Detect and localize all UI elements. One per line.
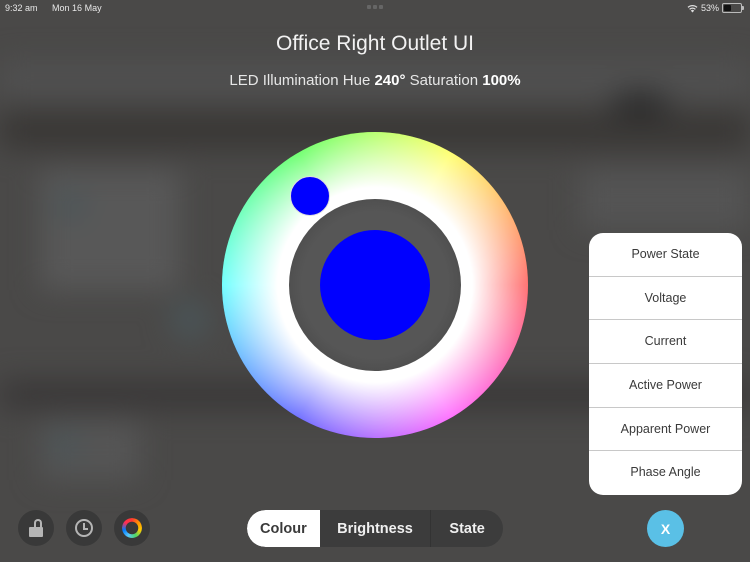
color-mode-button[interactable]	[114, 510, 150, 546]
clock-icon	[75, 519, 93, 537]
battery-percent: 53%	[700, 3, 719, 13]
saturation-label: Saturation	[409, 72, 479, 89]
battery-icon	[722, 3, 744, 13]
schedule-button[interactable]	[66, 510, 102, 546]
menu-item-apparent-power[interactable]: Apparent Power	[589, 408, 742, 452]
menu-item-voltage[interactable]: Voltage	[589, 277, 742, 321]
led-status-line: LED Illumination Hue 240° Saturation 100…	[0, 72, 750, 89]
subtitle-prefix: LED Illumination Hue	[229, 72, 371, 89]
tab-colour[interactable]: Colour	[247, 510, 320, 547]
status-bar: 9:32 am Mon 16 May 53%	[0, 0, 750, 16]
mode-segmented-control: Colour Brightness State	[247, 510, 503, 547]
menu-item-current[interactable]: Current	[589, 320, 742, 365]
hue-value: 240°	[374, 72, 406, 89]
status-time: 9:32 am	[5, 3, 38, 13]
multitasking-dots[interactable]	[367, 5, 383, 9]
page-title: Office Right Outlet UI	[275, 32, 475, 55]
tab-state[interactable]: State	[431, 510, 503, 547]
status-date: Mon 16 May	[52, 3, 102, 13]
lock-button[interactable]	[18, 510, 54, 546]
wifi-icon	[687, 4, 698, 12]
measurement-menu: Power State Voltage Current Active Power…	[589, 233, 742, 495]
selected-color-preview	[320, 230, 430, 340]
menu-item-power-state[interactable]: Power State	[589, 233, 742, 277]
close-button[interactable]: X	[647, 510, 684, 547]
color-ring-icon	[122, 518, 142, 538]
color-wheel[interactable]	[222, 132, 528, 438]
saturation-value: 100%	[482, 72, 521, 89]
menu-item-phase-angle[interactable]: Phase Angle	[589, 451, 742, 495]
unlock-icon	[28, 519, 44, 537]
menu-item-active-power[interactable]: Active Power	[589, 364, 742, 408]
tab-brightness[interactable]: Brightness	[320, 510, 432, 547]
color-picker-handle[interactable]	[289, 175, 330, 216]
